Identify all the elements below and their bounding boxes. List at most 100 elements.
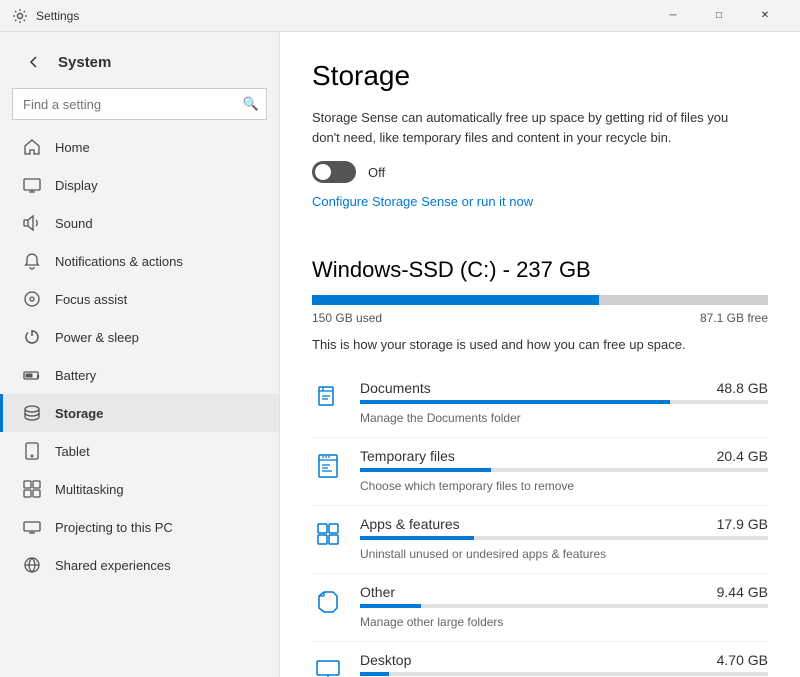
drive-section: Windows-SSD (C:) - 237 GB 150 GB used 87… bbox=[312, 257, 768, 677]
nav-item-label: Sound bbox=[55, 216, 93, 231]
storage-info-text: This is how your storage is used and how… bbox=[312, 337, 768, 352]
storage-item-sub: Uninstall unused or undesired apps & fea… bbox=[360, 547, 606, 561]
window-controls: ─ □ ✕ bbox=[650, 0, 788, 32]
sidebar-item-power[interactable]: Power & sleep bbox=[0, 318, 279, 356]
app-title: Settings bbox=[36, 9, 650, 23]
storage-sense-toggle[interactable] bbox=[312, 161, 356, 183]
storage-item-header: Temporary files 20.4 GB bbox=[360, 448, 768, 464]
maximize-button[interactable]: □ bbox=[696, 0, 742, 32]
documents-storage-icon bbox=[312, 382, 344, 414]
main-content: Storage Storage Sense can automatically … bbox=[280, 32, 800, 677]
shared-icon bbox=[23, 556, 41, 574]
storage-item-bar-fill bbox=[360, 604, 421, 608]
nav-item-label: Shared experiences bbox=[55, 558, 171, 573]
sidebar-item-shared[interactable]: Shared experiences bbox=[0, 546, 279, 584]
nav-item-label: Focus assist bbox=[55, 292, 127, 307]
storage-item-bar-fill bbox=[360, 536, 474, 540]
storage-item-name: Desktop bbox=[360, 652, 411, 668]
storage-item-sub: Choose which temporary files to remove bbox=[360, 479, 574, 493]
display-icon bbox=[23, 176, 41, 194]
storage-item-size: 20.4 GB bbox=[717, 448, 768, 464]
storage-item-content: Documents 48.8 GB Manage the Documents f… bbox=[360, 380, 768, 427]
nav-item-label: Storage bbox=[55, 406, 103, 421]
storage-item-size: 17.9 GB bbox=[717, 516, 768, 532]
storage-bar-fill bbox=[312, 295, 599, 305]
focus-icon bbox=[23, 290, 41, 308]
storage-item-bar-fill bbox=[360, 672, 389, 676]
nav-item-label: Multitasking bbox=[55, 482, 124, 497]
storage-item-content: Desktop 4.70 GB Manage the Desktop folde… bbox=[360, 652, 768, 677]
storage-item-bar-fill bbox=[360, 468, 491, 472]
multitasking-icon bbox=[23, 480, 41, 498]
storage-item-temp[interactable]: Temporary files 20.4 GB Choose which tem… bbox=[312, 438, 768, 506]
storage-item-bar bbox=[360, 604, 768, 608]
sidebar-item-projecting[interactable]: Projecting to this PC bbox=[0, 508, 279, 546]
sidebar-item-battery[interactable]: Battery bbox=[0, 356, 279, 394]
configure-link[interactable]: Configure Storage Sense or run it now bbox=[312, 194, 533, 209]
storage-icon bbox=[23, 404, 41, 422]
power-icon bbox=[23, 328, 41, 346]
temp-storage-icon bbox=[312, 450, 344, 482]
storage-item-apps[interactable]: Apps & features 17.9 GB Uninstall unused… bbox=[312, 506, 768, 574]
sidebar-item-multitasking[interactable]: Multitasking bbox=[0, 470, 279, 508]
storage-item-bar-fill bbox=[360, 400, 670, 404]
nav-item-label: Projecting to this PC bbox=[55, 520, 173, 535]
storage-item-bar bbox=[360, 536, 768, 540]
apps-storage-icon bbox=[312, 518, 344, 550]
titlebar: Settings ─ □ ✕ bbox=[0, 0, 800, 32]
storage-item-header: Other 9.44 GB bbox=[360, 584, 768, 600]
storage-item-size: 4.70 GB bbox=[717, 652, 768, 668]
storage-item-content: Other 9.44 GB Manage other large folders bbox=[360, 584, 768, 631]
description-text: Storage Sense can automatically free up … bbox=[312, 108, 752, 147]
storage-item-bar bbox=[360, 468, 768, 472]
storage-item-header: Desktop 4.70 GB bbox=[360, 652, 768, 668]
settings-icon bbox=[12, 8, 28, 24]
toggle-knob bbox=[315, 164, 331, 180]
sidebar-header: System bbox=[0, 32, 279, 84]
sidebar-item-sound[interactable]: Sound bbox=[0, 204, 279, 242]
nav-item-label: Notifications & actions bbox=[55, 254, 183, 269]
storage-item-name: Other bbox=[360, 584, 395, 600]
notifications-icon bbox=[23, 252, 41, 270]
storage-item-content: Temporary files 20.4 GB Choose which tem… bbox=[360, 448, 768, 495]
other-storage-icon bbox=[312, 586, 344, 618]
storage-item-sub: Manage other large folders bbox=[360, 615, 503, 629]
close-button[interactable]: ✕ bbox=[742, 0, 788, 32]
sidebar: System 🔍 Home Display Sound Notification… bbox=[0, 32, 280, 677]
bar-used-label: 150 GB used bbox=[312, 311, 382, 325]
search-box: 🔍 bbox=[12, 88, 267, 120]
battery-icon bbox=[23, 366, 41, 384]
nav-item-label: Power & sleep bbox=[55, 330, 139, 345]
sidebar-item-notifications[interactable]: Notifications & actions bbox=[0, 242, 279, 280]
nav-list: Home Display Sound Notifications & actio… bbox=[0, 128, 279, 584]
home-icon bbox=[23, 138, 41, 156]
storage-item-documents[interactable]: Documents 48.8 GB Manage the Documents f… bbox=[312, 370, 768, 438]
storage-items-list: Documents 48.8 GB Manage the Documents f… bbox=[312, 370, 768, 677]
toggle-row: Off bbox=[312, 161, 768, 183]
sidebar-item-focus[interactable]: Focus assist bbox=[0, 280, 279, 318]
sidebar-item-storage[interactable]: Storage bbox=[0, 394, 279, 432]
sound-icon bbox=[23, 214, 41, 232]
tablet-icon bbox=[23, 442, 41, 460]
sidebar-item-home[interactable]: Home bbox=[0, 128, 279, 166]
storage-item-name: Documents bbox=[360, 380, 431, 396]
storage-item-content: Apps & features 17.9 GB Uninstall unused… bbox=[360, 516, 768, 563]
toggle-label: Off bbox=[368, 165, 385, 180]
storage-item-header: Documents 48.8 GB bbox=[360, 380, 768, 396]
back-button[interactable] bbox=[20, 48, 48, 76]
main-storage-bar bbox=[312, 295, 768, 305]
sidebar-item-tablet[interactable]: Tablet bbox=[0, 432, 279, 470]
storage-item-bar bbox=[360, 400, 768, 404]
bar-free-label: 87.1 GB free bbox=[700, 311, 768, 325]
nav-item-label: Home bbox=[55, 140, 90, 155]
nav-item-label: Battery bbox=[55, 368, 96, 383]
projecting-icon bbox=[23, 518, 41, 536]
storage-item-desktop[interactable]: Desktop 4.70 GB Manage the Desktop folde… bbox=[312, 642, 768, 677]
storage-bar-labels: 150 GB used 87.1 GB free bbox=[312, 311, 768, 325]
sidebar-item-display[interactable]: Display bbox=[0, 166, 279, 204]
minimize-button[interactable]: ─ bbox=[650, 0, 696, 32]
drive-title: Windows-SSD (C:) - 237 GB bbox=[312, 257, 768, 283]
storage-item-other[interactable]: Other 9.44 GB Manage other large folders bbox=[312, 574, 768, 642]
storage-item-size: 9.44 GB bbox=[717, 584, 768, 600]
search-input[interactable] bbox=[12, 88, 267, 120]
